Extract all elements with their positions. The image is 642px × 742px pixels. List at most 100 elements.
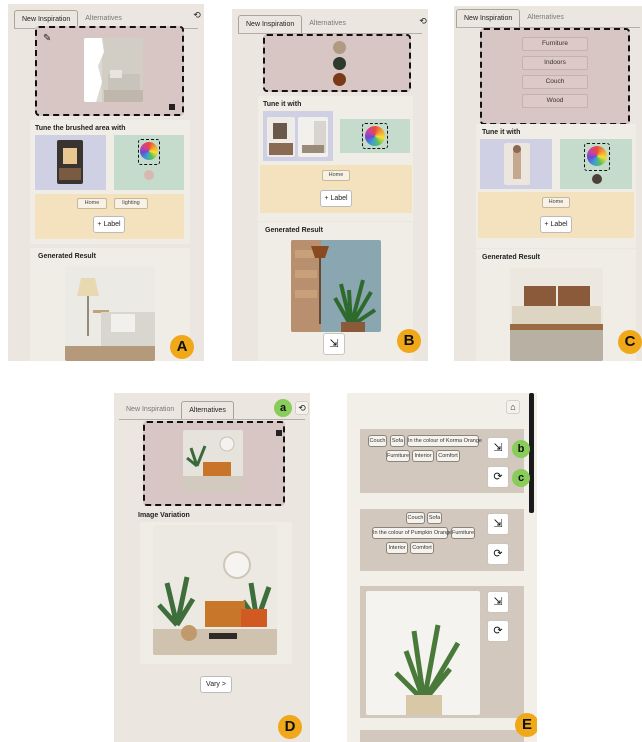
panel-c: New Inspiration Alternatives Furniture I… [454, 6, 642, 361]
tag-comfort[interactable]: Comfort [410, 542, 434, 554]
export-icon[interactable]: ⇲ [487, 513, 509, 535]
keyword-furniture[interactable]: Furniture [522, 37, 588, 51]
export-icon[interactable]: ⇲ [487, 437, 509, 459]
generated-image [510, 268, 603, 361]
expand-icon[interactable] [169, 104, 175, 110]
brushed-image [84, 38, 143, 102]
tab-new-inspiration[interactable]: New Inspiration [238, 15, 303, 33]
regenerate-icon[interactable]: ⟳ [487, 620, 509, 642]
tag-couch[interactable]: Couch [368, 435, 387, 447]
tab-alternatives[interactable]: Alternatives [181, 401, 234, 419]
vary-button[interactable]: Vary > [200, 676, 232, 693]
history-icon[interactable]: ⟲ [190, 9, 204, 23]
regenerate-icon[interactable]: ⟳ [487, 543, 509, 565]
generated-image [291, 240, 381, 332]
bottom-area [119, 703, 305, 742]
color-wheel-icon[interactable] [140, 142, 158, 160]
image-reference-box[interactable] [263, 111, 333, 161]
image-reference-box[interactable] [480, 139, 552, 189]
palette-swatch-2 [333, 57, 346, 70]
home-icon[interactable]: ⌂ [506, 400, 520, 414]
tune-heading: Tune it with [263, 101, 302, 108]
history-card-4[interactable] [360, 730, 524, 742]
color-wheel-icon[interactable] [365, 126, 385, 146]
chip-home[interactable]: Home [542, 197, 570, 208]
panel-badge-b: B [397, 329, 421, 353]
source-canvas[interactable] [143, 421, 285, 506]
panel-badge-a: A [170, 335, 194, 359]
chip-lighting[interactable]: lighting [114, 198, 148, 209]
keyword-canvas[interactable]: Furniture Indoors Couch Wood [480, 28, 630, 125]
color-reference-box[interactable] [114, 135, 184, 190]
tag-sofa[interactable]: Sofa [390, 435, 405, 447]
reference-image [504, 143, 530, 185]
regenerate-icon[interactable]: ⟳ [487, 466, 509, 488]
panel-e: ⌂ Couch Sofa In the colour of Korma Oran… [347, 393, 537, 742]
tab-alternatives[interactable]: Alternatives [520, 9, 571, 27]
brush-canvas[interactable]: ✎ [35, 26, 184, 116]
tag-sofa[interactable]: Sofa [427, 512, 442, 524]
panel-d: New Inspiration Alternatives a ⟲ Image V… [114, 393, 310, 742]
tag-interior[interactable]: Interior [412, 450, 434, 462]
label-box: Home + Label [478, 192, 634, 238]
label-box: Home lighting + Label [35, 194, 184, 239]
add-label-button[interactable]: + Label [540, 216, 572, 233]
tune-heading: Tune the brushed area with [35, 125, 126, 132]
tab-bar: New Inspiration Alternatives [238, 15, 353, 33]
panel-badge-e: E [515, 713, 537, 737]
keyword-indoors[interactable]: Indoors [522, 56, 588, 70]
history-icon[interactable]: ⟲ [295, 401, 309, 415]
result-heading: Generated Result [482, 254, 540, 261]
export-icon[interactable]: ⇲ [487, 591, 509, 613]
tag-couch[interactable]: Couch [406, 512, 425, 524]
history-image [366, 591, 480, 715]
reference-image-1 [267, 117, 295, 157]
add-label-button[interactable]: + Label [93, 216, 125, 233]
tab-new-inspiration[interactable]: New Inspiration [119, 401, 181, 419]
tab-new-inspiration[interactable]: New Inspiration [456, 9, 521, 27]
brush-tool-icon[interactable]: ✎ [43, 33, 51, 44]
add-label-button[interactable]: + Label [320, 190, 352, 207]
tag-colour[interactable]: In the colour of Korma Orange [407, 435, 482, 447]
panel-badge-c: C [618, 330, 642, 354]
variation-heading: Image Variation [138, 512, 190, 519]
color-reference-box[interactable] [560, 139, 632, 189]
tag-comfort[interactable]: Comfort [436, 450, 460, 462]
reference-image [57, 140, 83, 184]
callout-marker-a: a [274, 399, 292, 417]
label-box: Home + Label [260, 165, 412, 213]
export-icon[interactable]: ⇲ [323, 333, 345, 355]
chip-home[interactable]: Home [77, 198, 107, 209]
panel-a: New Inspiration Alternatives ⟲ ✎ Tune th… [8, 4, 204, 361]
scrollbar[interactable] [529, 393, 534, 513]
expand-icon[interactable] [276, 430, 282, 436]
callout-marker-c: c [512, 469, 530, 487]
selected-color-swatch [144, 170, 154, 180]
tag-furniture[interactable]: Furniture [386, 450, 410, 462]
keyword-couch[interactable]: Couch [522, 75, 588, 89]
tag-furniture[interactable]: Furniture [451, 527, 475, 539]
tune-heading: Tune it with [482, 129, 521, 136]
keyword-wood[interactable]: Wood [522, 94, 588, 108]
color-reference-box[interactable] [340, 119, 410, 153]
variation-image [153, 525, 277, 655]
result-heading: Generated Result [265, 227, 323, 234]
palette-canvas[interactable] [263, 34, 411, 92]
callout-marker-b: b [512, 440, 530, 458]
source-image [183, 430, 243, 492]
palette-swatch-1 [333, 41, 346, 54]
palette-swatch-3 [333, 73, 346, 86]
tag-colour[interactable]: In the colour of Pumpkin Orange [372, 527, 452, 539]
chip-home[interactable]: Home [322, 170, 350, 181]
tab-alternatives[interactable]: Alternatives [302, 15, 353, 33]
panel-badge-d: D [278, 715, 302, 739]
color-wheel-icon[interactable] [587, 146, 607, 166]
panel-b: New Inspiration Alternatives ⟲ Tune it w… [232, 9, 428, 361]
image-reference-box[interactable] [35, 135, 106, 190]
reference-image-2 [298, 117, 328, 157]
history-icon[interactable]: ⟲ [416, 15, 428, 29]
tag-interior[interactable]: Interior [386, 542, 408, 554]
tab-bar: New Inspiration Alternatives [456, 9, 571, 27]
generated-image [65, 266, 155, 361]
tab-bar: New Inspiration Alternatives [119, 401, 234, 419]
